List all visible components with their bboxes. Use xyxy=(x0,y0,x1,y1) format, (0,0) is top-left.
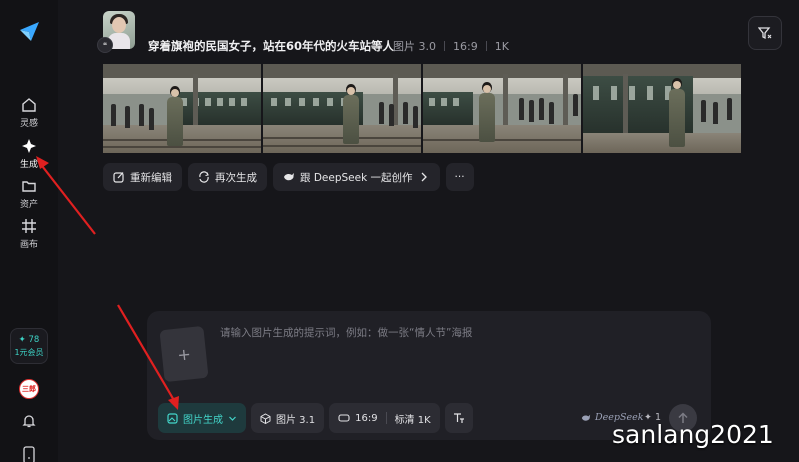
canvas-icon xyxy=(22,219,36,233)
filter-icon xyxy=(758,27,772,40)
sidebar: 灵感 生成 资产 画布 ✦ 78 1元会员 三郎 xyxy=(0,0,58,462)
mode-select[interactable]: 图片生成 xyxy=(158,403,246,433)
chevron-right-icon xyxy=(421,172,427,182)
prompt-input[interactable]: 请输入图片生成的提示词，例如：做一张“情人节”海报 xyxy=(220,325,472,340)
aspect-ratio-icon xyxy=(338,414,350,422)
credits-points: ✦ 78 xyxy=(18,334,40,345)
result-actions: 重新编辑 再次生成 跟 DeepSeek 一起创作 ··· xyxy=(103,163,474,191)
sidebar-item-generate[interactable]: 生成 xyxy=(0,138,58,170)
sidebar-item-assets[interactable]: 资产 xyxy=(0,178,58,210)
avatar-text: 三郎 xyxy=(22,385,36,393)
prompt-text[interactable]: 穿着旗袍的民国女子，站在60年代的火车站等人 xyxy=(148,38,394,54)
image-icon xyxy=(167,412,178,424)
sidebar-item-inspiration[interactable]: 灵感 xyxy=(0,97,58,129)
sidebar-item-canvas[interactable]: 画布 xyxy=(0,218,58,250)
more-icon: ··· xyxy=(454,171,465,183)
ratio-label: 16:9 xyxy=(355,412,378,424)
home-icon xyxy=(22,98,36,112)
bell-icon[interactable] xyxy=(21,413,37,429)
cube-icon xyxy=(260,412,271,424)
upload-reference-button[interactable]: + xyxy=(159,325,209,383)
text-size-icon xyxy=(453,413,464,423)
sidebar-item-label: 灵感 xyxy=(19,119,38,129)
generated-image-2[interactable] xyxy=(263,64,421,153)
watermark: sanlang2021 xyxy=(612,420,774,449)
plus-icon: + xyxy=(176,343,192,365)
meta-model: 图片 3.0 xyxy=(393,40,436,53)
generation-meta: 图片 3.0 16:9 1K xyxy=(393,38,509,54)
composer-toolbar: 图片生成 图片 3.1 16:9 标清 1K xyxy=(158,403,473,433)
more-button[interactable]: ··· xyxy=(445,163,474,191)
generated-images xyxy=(103,64,741,153)
sparkle-icon xyxy=(22,139,36,153)
folder-icon xyxy=(22,181,36,192)
mode-label: 图片生成 xyxy=(183,414,223,426)
sidebar-item-label: 生成 xyxy=(19,160,38,170)
chevron-down-icon xyxy=(229,416,236,421)
vip-label: 1元会员 xyxy=(14,347,44,357)
sidebar-item-label: 资产 xyxy=(19,200,38,210)
app-logo-icon[interactable] xyxy=(18,20,40,42)
quality-label: 标清 1K xyxy=(394,414,431,426)
sidebar-item-label: 画布 xyxy=(19,240,38,250)
meta-resolution: 1K xyxy=(494,39,509,53)
edit-icon xyxy=(113,172,124,183)
deepseek-create-label: 跟 DeepSeek 一起创作 xyxy=(300,171,413,184)
generated-image-3[interactable] xyxy=(423,64,581,153)
user-avatar[interactable]: 三郎 xyxy=(19,379,39,399)
ratio-quality-select[interactable]: 16:9 标清 1K xyxy=(329,403,440,433)
model-select[interactable]: 图片 3.1 xyxy=(251,403,325,433)
meta-ratio: 16:9 xyxy=(453,39,478,53)
regenerate-button[interactable]: 再次生成 xyxy=(188,163,267,191)
refresh-icon xyxy=(199,171,209,183)
quote-icon: ❝ xyxy=(97,37,113,53)
reedit-label: 重新编辑 xyxy=(130,171,172,184)
generated-image-4[interactable] xyxy=(583,64,741,153)
phone-icon[interactable] xyxy=(22,446,36,462)
regenerate-label: 再次生成 xyxy=(215,171,257,184)
model-label: 图片 3.1 xyxy=(276,414,316,426)
filter-button[interactable] xyxy=(748,16,782,50)
reedit-button[interactable]: 重新编辑 xyxy=(103,163,182,191)
whale-icon xyxy=(581,414,591,421)
text-style-button[interactable] xyxy=(444,403,473,433)
credits-badge[interactable]: ✦ 78 1元会员 xyxy=(10,328,48,364)
generated-image-1[interactable] xyxy=(103,64,261,153)
deepseek-create-button[interactable]: 跟 DeepSeek 一起创作 xyxy=(273,163,440,191)
whale-icon xyxy=(284,173,294,181)
